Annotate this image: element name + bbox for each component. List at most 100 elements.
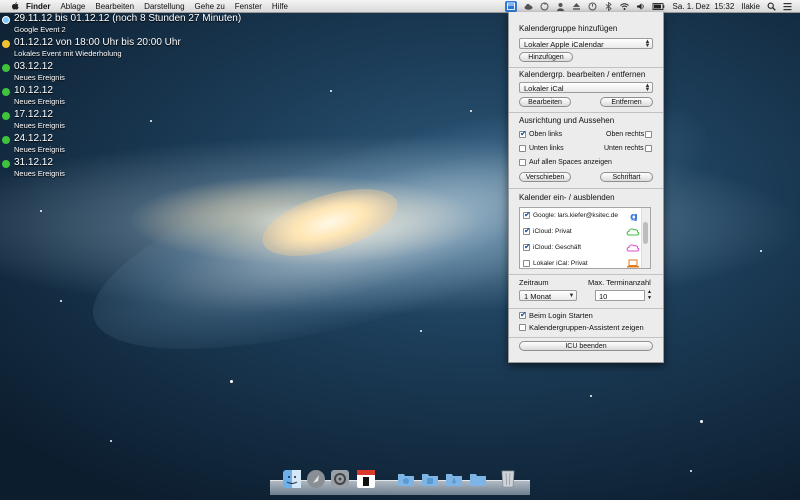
event-item[interactable]: 17.12.12 Neues Ereignis <box>2 109 241 131</box>
menu-bar: Finder Ablage Bearbeiten Darstellung Geh… <box>0 0 800 13</box>
menu-hilfe[interactable]: Hilfe <box>272 2 288 11</box>
menu-finder[interactable]: Finder <box>26 2 50 11</box>
calendar-visibility-checkbox[interactable] <box>523 260 530 267</box>
calendar-label: Lokaler iCal: Privat <box>533 260 588 267</box>
font-button[interactable]: Schriftart <box>600 172 653 182</box>
calendar-visibility-checkbox[interactable] <box>523 210 531 219</box>
top-left-checkbox[interactable] <box>519 129 527 138</box>
bluetooth-icon[interactable] <box>604 1 613 11</box>
star <box>110 440 112 442</box>
divider <box>509 67 663 68</box>
svg-text:g: g <box>630 210 638 221</box>
calendar-app-icon[interactable] <box>356 469 376 489</box>
all-spaces-label: Auf allen Spaces anzeigen <box>529 159 612 166</box>
chevron-down-icon: ▼ <box>568 293 575 299</box>
volume-icon[interactable] <box>636 2 645 11</box>
event-title: Neues Ereignis <box>14 97 65 106</box>
bottom-right-checkbox[interactable] <box>645 145 652 152</box>
star <box>690 470 692 472</box>
menu-darstellung[interactable]: Darstellung <box>144 2 184 11</box>
all-spaces-checkbox[interactable] <box>519 159 526 166</box>
remove-group-button[interactable]: Entfernen <box>600 97 653 107</box>
login-start-checkbox[interactable] <box>519 310 527 319</box>
add-group-button[interactable]: Hinzufügen <box>519 52 573 62</box>
calendar-row[interactable]: Google: lars.kiefer@ksitec.de g <box>520 208 642 224</box>
calendar-color-dot <box>2 112 10 120</box>
user-icon[interactable] <box>556 2 565 11</box>
finder-icon[interactable] <box>282 469 302 489</box>
quit-icu-button[interactable]: ICU beenden <box>519 341 653 351</box>
top-right-checkbox[interactable] <box>645 131 652 138</box>
cloud-icon[interactable] <box>524 2 533 11</box>
spotlight-search-icon[interactable] <box>767 2 776 11</box>
add-group-title: Kalendergruppe hinzufügen <box>519 24 618 33</box>
wifi-icon[interactable] <box>620 2 630 11</box>
calendar-color-dot <box>2 64 10 72</box>
divider <box>509 308 663 309</box>
calendar-label: Google: lars.kiefer@ksitec.de <box>533 212 618 219</box>
calendar-list-scrollbar[interactable] <box>641 208 650 268</box>
icu-calendar-icon[interactable] <box>505 0 518 12</box>
menu-gehe-zu[interactable]: Gehe zu <box>195 2 225 11</box>
event-item[interactable]: 24.12.12 Neues Ereignis <box>2 133 241 155</box>
max-count-stepper[interactable]: ▲ ▼ <box>646 289 653 302</box>
event-date: 03.12.12 <box>14 61 53 72</box>
edit-group-button[interactable]: Bearbeiten <box>519 97 571 107</box>
event-item[interactable]: 29.11.12 bis 01.12.12 (noch 8 Stunden 27… <box>2 13 241 35</box>
move-button[interactable]: Verschieben <box>519 172 571 182</box>
calendar-color-dot <box>2 40 10 48</box>
notification-center-icon[interactable] <box>783 2 792 11</box>
calendar-visibility-checkbox[interactable] <box>523 226 531 235</box>
event-item[interactable]: 03.12.12 Neues Ereignis <box>2 61 241 83</box>
event-title: Neues Ereignis <box>14 145 65 154</box>
calendar-type-select[interactable]: Lokaler Apple iCalendar ▲ ▼ <box>519 38 653 49</box>
downloads-folder-icon[interactable] <box>444 469 464 489</box>
calendar-row[interactable]: iCloud: Geschäft <box>520 240 642 256</box>
period-value: 1 Monat <box>524 292 552 301</box>
calendars-title: Kalender ein- / ausblenden <box>519 193 615 202</box>
documents-folder-icon[interactable] <box>420 469 440 489</box>
calendar-group-select[interactable]: Lokaler iCal ▲ ▼ <box>519 82 653 93</box>
event-item[interactable]: 10.12.12 Neues Ereignis <box>2 85 241 107</box>
battery-icon[interactable] <box>652 2 665 11</box>
eject-icon[interactable] <box>572 2 581 11</box>
alignment-title: Ausrichtung und Aussehen <box>519 116 615 125</box>
period-select[interactable]: 1 Monat ▼ <box>519 290 577 301</box>
sync-icon[interactable] <box>540 2 549 11</box>
system-preferences-icon[interactable] <box>330 469 350 489</box>
calendar-list: Google: lars.kiefer@ksitec.de g iCloud: … <box>519 207 651 269</box>
launchpad-icon[interactable] <box>306 469 326 489</box>
icloud-pink-icon <box>626 244 640 252</box>
divider <box>509 337 663 338</box>
calendar-row[interactable]: iCloud: Privat <box>520 224 642 240</box>
menu-fenster[interactable]: Fenster <box>235 2 262 11</box>
calendar-row[interactable]: Lokaler iCal: Privat <box>520 256 642 268</box>
calendar-color-dot <box>2 136 10 144</box>
menu-ablage[interactable]: Ablage <box>60 2 85 11</box>
dock <box>270 465 530 495</box>
scrollbar-thumb[interactable] <box>643 222 648 244</box>
menubar-clock[interactable]: Sa. 1. Dez 15:32 <box>672 2 734 11</box>
period-label: Zeitraum <box>519 278 549 287</box>
divider <box>509 274 663 275</box>
menu-bearbeiten[interactable]: Bearbeiten <box>95 2 134 11</box>
event-date: 24.12.12 <box>14 133 53 144</box>
star <box>60 300 62 302</box>
menubar-user[interactable]: Ilakie <box>741 2 760 11</box>
max-count-label: Max. Terminanzahl <box>588 278 651 287</box>
star <box>590 395 592 397</box>
time-machine-icon[interactable] <box>588 2 597 11</box>
folder-icon[interactable] <box>468 469 488 489</box>
trash-icon[interactable] <box>498 467 518 488</box>
divider <box>509 112 663 113</box>
event-title: Neues Ereignis <box>14 121 65 130</box>
bottom-left-checkbox[interactable] <box>519 145 526 152</box>
apple-logo-icon[interactable] <box>10 1 20 11</box>
calendar-visibility-checkbox[interactable] <box>523 242 531 251</box>
event-item[interactable]: 31.12.12 Neues Ereignis <box>2 157 241 179</box>
assistant-checkbox[interactable] <box>519 324 526 331</box>
event-item[interactable]: 01.12.12 von 18:00 Uhr bis 20:00 Uhr Lok… <box>2 37 241 59</box>
calendar-color-dot <box>2 88 10 96</box>
max-count-input[interactable]: 10 <box>595 290 645 301</box>
applications-folder-icon[interactable] <box>396 469 416 489</box>
